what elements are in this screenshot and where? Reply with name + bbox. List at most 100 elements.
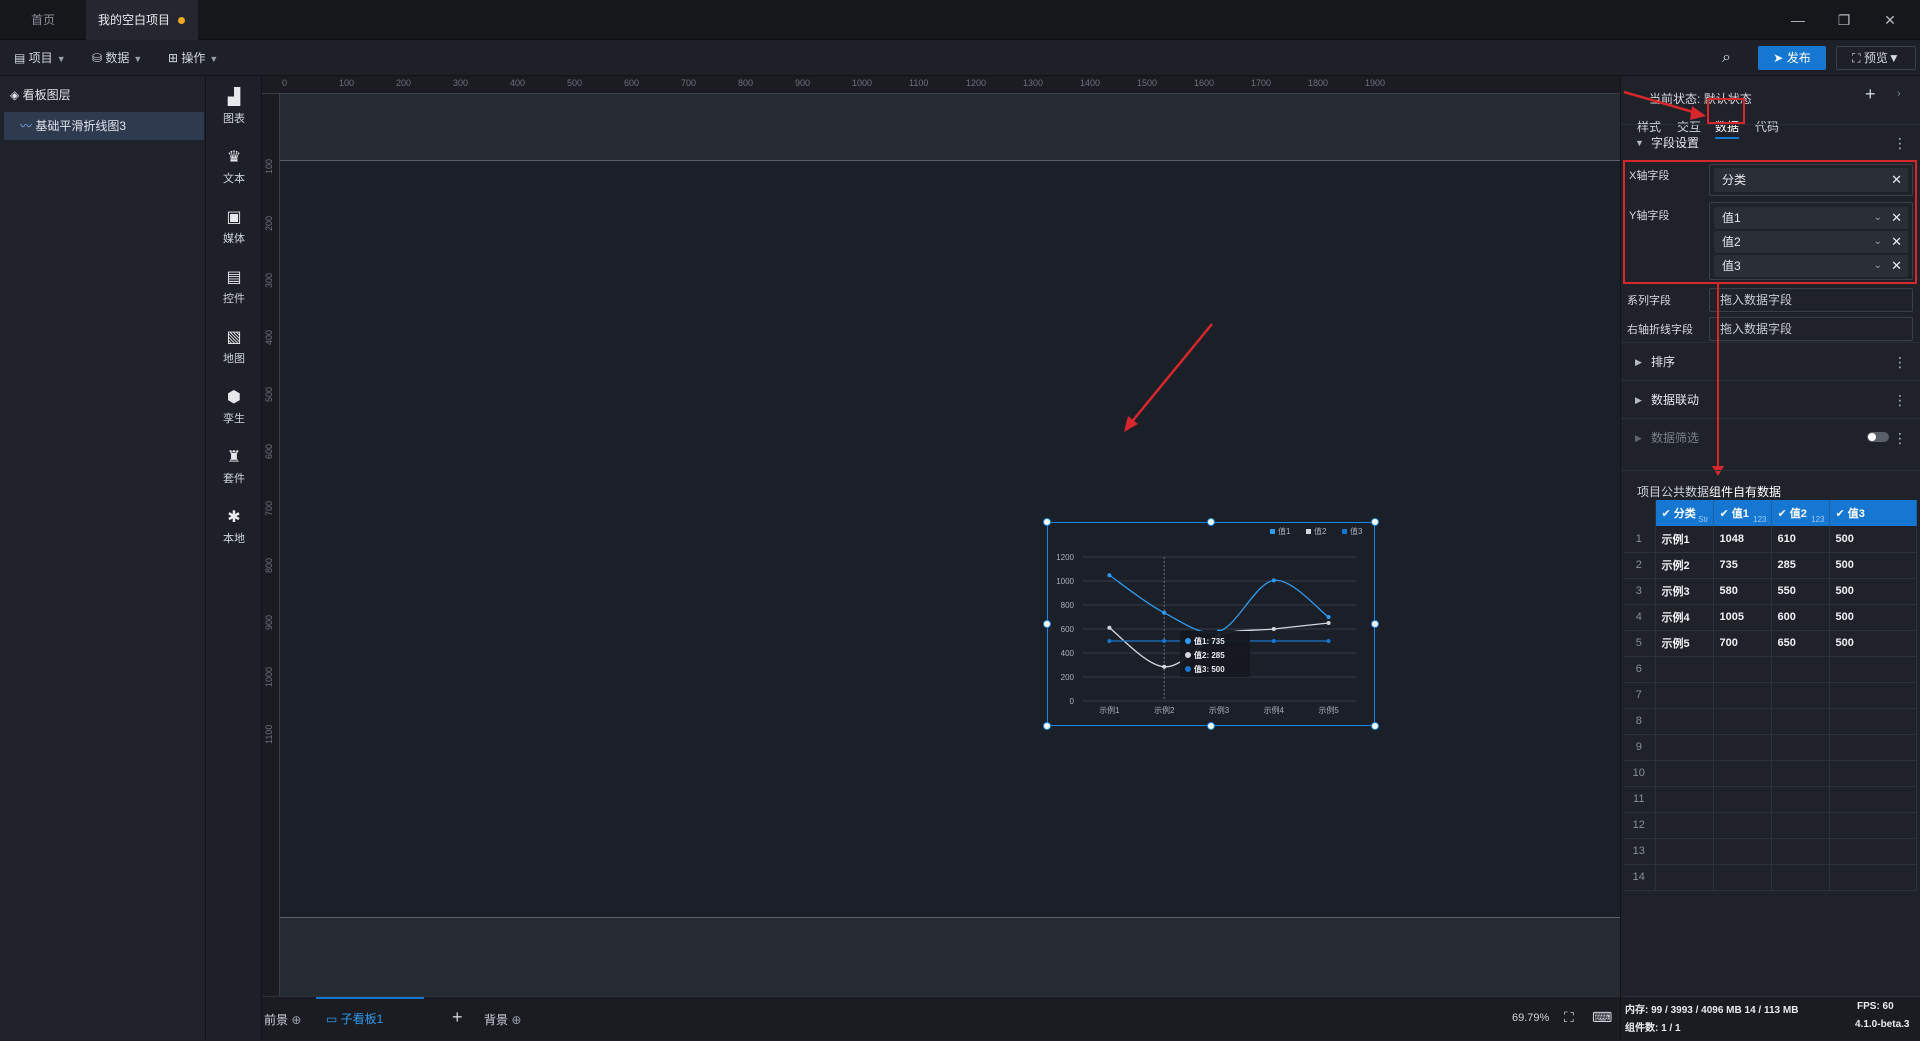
section-data-linkage[interactable]: ▶ 数据联动 ⋮ <box>1621 380 1920 418</box>
table-cell[interactable]: 700 <box>1713 630 1772 657</box>
right-axis-field-dropzone[interactable]: 拖入数据字段 <box>1709 317 1913 341</box>
resize-handle[interactable] <box>1207 722 1215 730</box>
resize-handle[interactable] <box>1043 722 1051 730</box>
table-cell[interactable]: 500 <box>1829 578 1917 605</box>
menu-project[interactable]: ▤ 项目 ▼ <box>14 49 66 67</box>
column-header[interactable]: ✔ 值2 123 <box>1771 500 1830 526</box>
dashboard-board[interactable] <box>280 160 1620 918</box>
y-field-dropzone[interactable]: 值1 ⌄ ✕ 值2 ⌄ ✕ 值3 ⌄ ✕ <box>1709 202 1913 280</box>
x-field-dropzone[interactable]: 分类 ✕ <box>1709 164 1913 196</box>
table-row[interactable]: 13 <box>1623 838 1917 865</box>
column-header[interactable]: ✔ 分类 Str <box>1655 500 1714 526</box>
table-cell[interactable] <box>1713 682 1772 709</box>
menu-operate[interactable]: ⊞ 操作 ▼ <box>168 49 218 67</box>
table-cell[interactable] <box>1829 838 1917 865</box>
preview-button[interactable]: ⛶ 预览▼ <box>1836 46 1916 70</box>
foreground-tab[interactable]: 前景 ⊕ <box>264 1011 301 1028</box>
board-tab[interactable]: ▭ 子看板1 <box>316 997 424 1041</box>
table-cell[interactable] <box>1829 864 1917 891</box>
table-cell[interactable] <box>1829 786 1917 813</box>
table-row[interactable]: 4 示例4 1005 600 500 <box>1623 604 1917 631</box>
table-cell[interactable] <box>1655 786 1714 813</box>
table-row[interactable]: 10 <box>1623 760 1917 787</box>
more-icon[interactable]: ⋮ <box>1893 419 1907 457</box>
more-icon[interactable]: ⋮ <box>1893 381 1907 419</box>
remove-icon[interactable]: ✕ <box>1891 207 1902 229</box>
table-row[interactable]: 6 <box>1623 656 1917 683</box>
table-cell[interactable]: 500 <box>1829 604 1917 631</box>
table-cell[interactable] <box>1713 734 1772 761</box>
table-cell[interactable] <box>1771 812 1830 839</box>
table-cell[interactable] <box>1655 656 1714 683</box>
table-cell[interactable]: 500 <box>1829 630 1917 657</box>
search-icon[interactable]: ⌕ <box>1722 49 1731 67</box>
remove-icon[interactable]: ✕ <box>1891 168 1902 192</box>
table-cell[interactable]: 500 <box>1829 552 1917 579</box>
table-cell[interactable] <box>1655 734 1714 761</box>
table-row[interactable]: 5 示例5 700 650 500 <box>1623 630 1917 657</box>
tool-chart[interactable]: ▟ 图表 <box>206 88 262 126</box>
tool-kit[interactable]: ♜ 套件 <box>206 448 262 486</box>
resize-handle[interactable] <box>1371 518 1379 526</box>
table-cell[interactable] <box>1713 786 1772 813</box>
table-cell[interactable]: 示例2 <box>1655 552 1714 579</box>
table-cell[interactable] <box>1771 838 1830 865</box>
series-field-dropzone[interactable]: 拖入数据字段 <box>1709 288 1913 312</box>
remove-icon[interactable]: ✕ <box>1891 231 1902 253</box>
close-icon[interactable]: ✕ <box>1880 10 1900 30</box>
keyboard-icon[interactable]: ⌨ <box>1592 1009 1612 1026</box>
resize-handle[interactable] <box>1043 518 1051 526</box>
table-cell[interactable] <box>1713 760 1772 787</box>
add-circle-icon[interactable]: ⊕ <box>511 1013 521 1027</box>
add-circle-icon[interactable]: ⊕ <box>291 1013 301 1027</box>
background-tab[interactable]: 背景 ⊕ <box>484 1011 521 1028</box>
y-field-chip[interactable]: 值3 ⌄ ✕ <box>1714 255 1908 277</box>
column-header[interactable]: ✔ 值3 <box>1829 500 1917 526</box>
tool-twin[interactable]: ⬢ 孪生 <box>206 388 262 426</box>
table-cell[interactable]: 500 <box>1829 526 1917 553</box>
publish-button[interactable]: ➤ 发布 <box>1758 46 1826 70</box>
table-cell[interactable] <box>1655 682 1714 709</box>
table-cell[interactable] <box>1829 760 1917 787</box>
table-cell[interactable]: 1005 <box>1713 604 1772 631</box>
table-row[interactable]: 2 示例2 735 285 500 <box>1623 552 1917 579</box>
table-row[interactable]: 12 <box>1623 812 1917 839</box>
table-row[interactable]: 7 <box>1623 682 1917 709</box>
chart-component[interactable]: 0 200 400 600 800 1000 1200 示例1 示例2 示例3 示例4 示例5 值1 值2… <box>1043 518 1379 730</box>
table-cell[interactable]: 550 <box>1771 578 1830 605</box>
section-field-settings[interactable]: ▼ 字段设置 ⋮ <box>1621 124 1920 160</box>
table-cell[interactable] <box>1655 812 1714 839</box>
fit-screen-icon[interactable]: ⛶ <box>1564 1009 1574 1026</box>
table-cell[interactable] <box>1829 812 1917 839</box>
minimize-icon[interactable]: — <box>1788 10 1808 30</box>
table-row[interactable]: 9 <box>1623 734 1917 761</box>
tab-project[interactable]: 我的空白项目 <box>86 0 198 40</box>
resize-handle[interactable] <box>1043 620 1051 628</box>
tool-map[interactable]: ▧ 地图 <box>206 328 262 366</box>
table-cell[interactable]: 610 <box>1771 526 1830 553</box>
table-cell[interactable]: 580 <box>1713 578 1772 605</box>
tab-public-data[interactable]: 项目公共数据 <box>1637 483 1709 500</box>
restore-icon[interactable]: ❐ <box>1834 10 1854 30</box>
remove-icon[interactable]: ✕ <box>1891 255 1902 277</box>
x-field-chip[interactable]: 分类 ✕ <box>1714 168 1908 192</box>
table-cell[interactable] <box>1655 838 1714 865</box>
tool-text[interactable]: ♛ 文本 <box>206 148 262 186</box>
table-cell[interactable] <box>1771 656 1830 683</box>
resize-handle[interactable] <box>1371 620 1379 628</box>
table-cell[interactable]: 735 <box>1713 552 1772 579</box>
tool-control[interactable]: ▤ 控件 <box>206 268 262 306</box>
table-cell[interactable] <box>1655 760 1714 787</box>
resize-handle[interactable] <box>1371 722 1379 730</box>
table-row[interactable]: 8 <box>1623 708 1917 735</box>
table-cell[interactable] <box>1829 656 1917 683</box>
table-cell[interactable] <box>1829 682 1917 709</box>
chevron-down-icon[interactable]: ⌄ <box>1874 231 1882 253</box>
chevron-down-icon[interactable]: ⌄ <box>1874 255 1882 277</box>
layer-item[interactable]: 〰 基础平滑折线图3 <box>4 112 204 140</box>
more-icon[interactable]: ⋮ <box>1893 125 1907 161</box>
table-cell[interactable]: 示例5 <box>1655 630 1714 657</box>
table-cell[interactable]: 示例3 <box>1655 578 1714 605</box>
more-icon[interactable]: ⋮ <box>1893 343 1907 381</box>
table-cell[interactable]: 1048 <box>1713 526 1772 553</box>
